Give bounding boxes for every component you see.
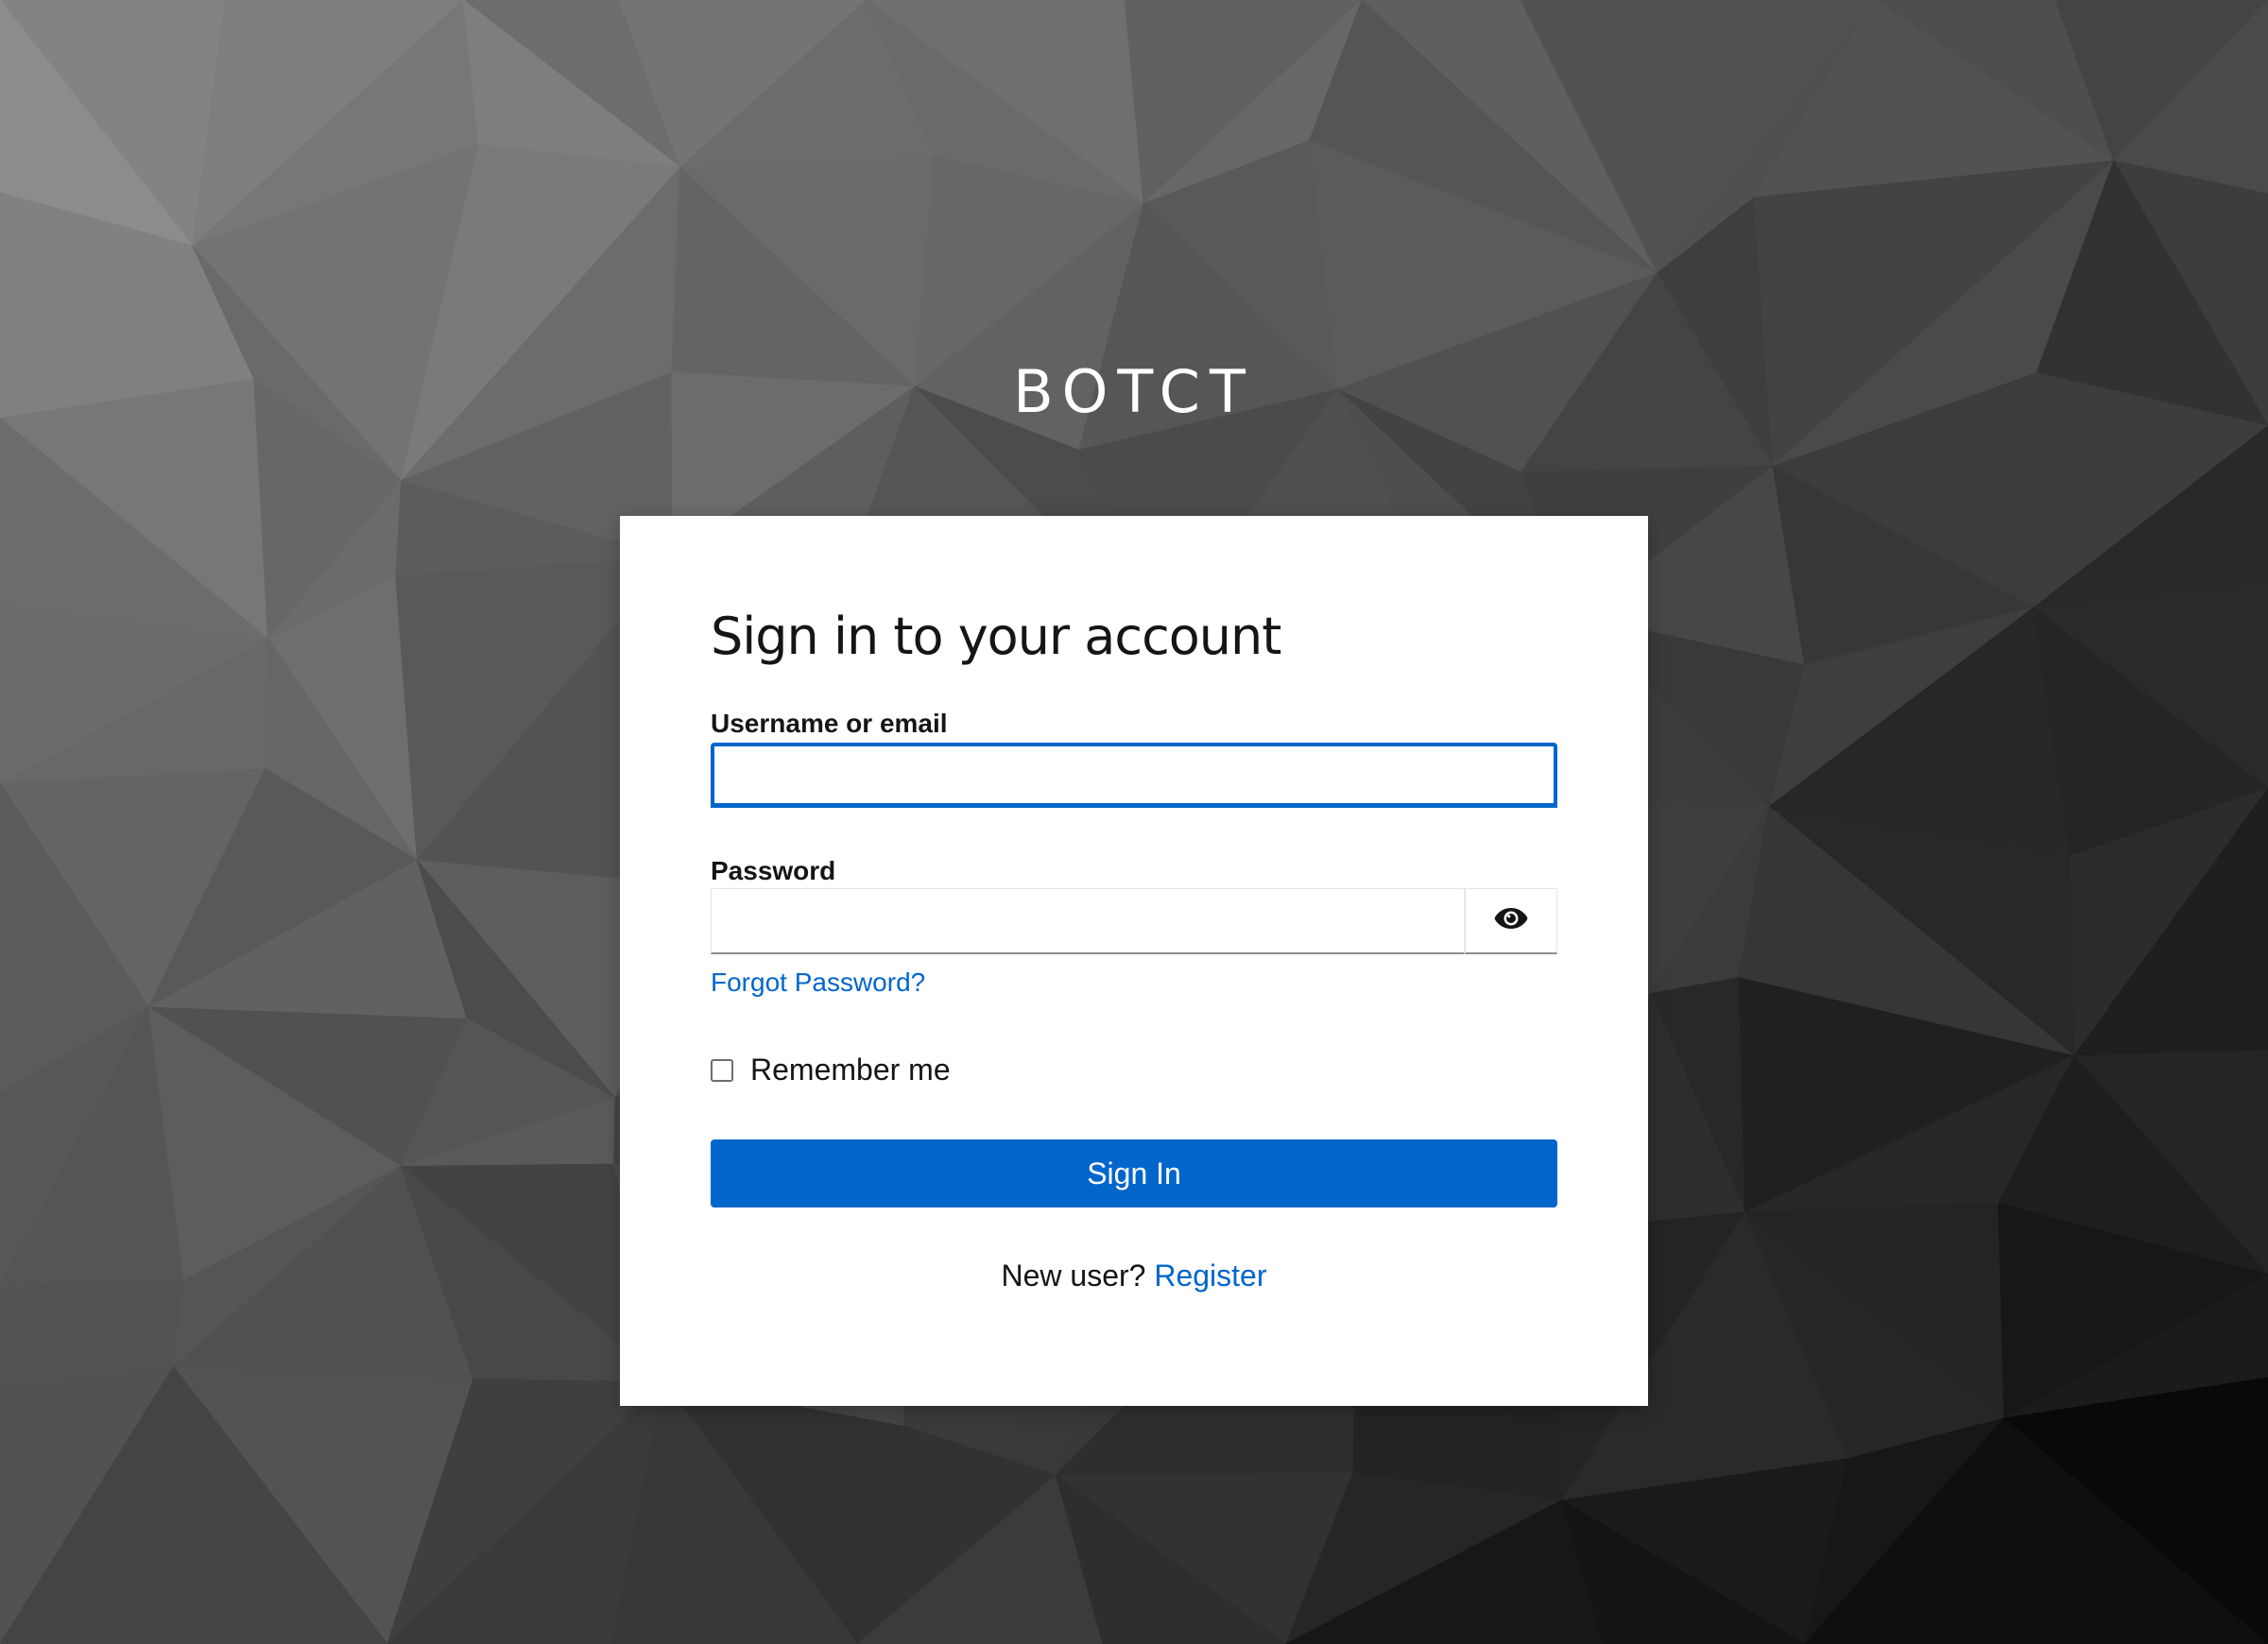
new-user-text: New user?	[1001, 1259, 1146, 1293]
username-input[interactable]	[711, 743, 1557, 807]
register-link[interactable]: Register	[1154, 1259, 1266, 1293]
username-focus-underline	[711, 804, 1557, 808]
password-input[interactable]	[711, 888, 1465, 954]
remember-me-row: Remember me	[711, 1053, 951, 1087]
page-title: Sign in to your account	[711, 607, 1281, 666]
password-label: Password	[711, 856, 836, 885]
show-password-button[interactable]	[1465, 888, 1557, 954]
brand-logo: BOTCT	[1013, 357, 1255, 426]
login-card: Sign in to your account Username or emai…	[620, 516, 1648, 1406]
eye-icon	[1493, 906, 1529, 935]
forgot-password-link[interactable]: Forgot Password?	[711, 968, 925, 998]
username-label: Username or email	[711, 709, 948, 738]
register-line: New user? Register	[620, 1259, 1648, 1293]
remember-me-label: Remember me	[750, 1053, 951, 1087]
sign-in-button[interactable]: Sign In	[711, 1139, 1557, 1207]
remember-me-checkbox[interactable]	[711, 1058, 733, 1082]
